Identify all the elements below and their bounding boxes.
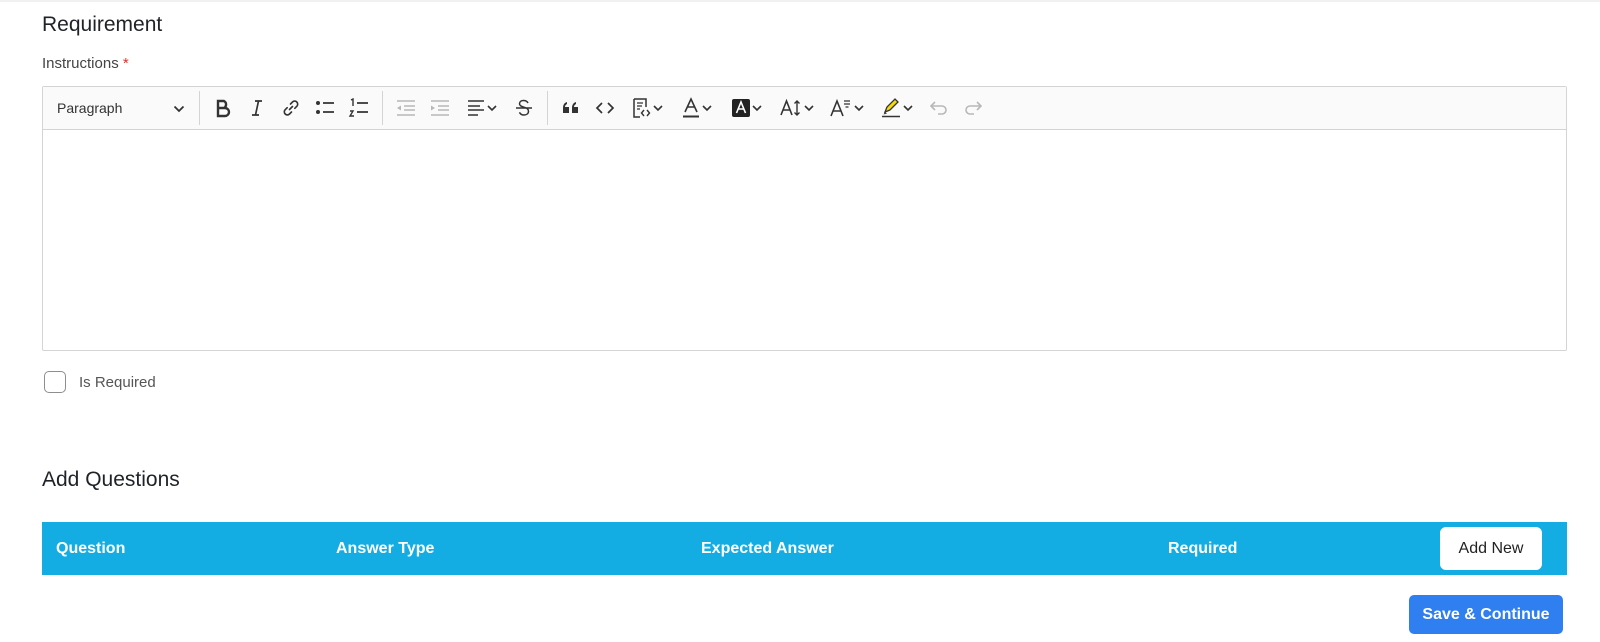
insert-code-block-dropdown[interactable] [622,92,672,124]
bulleted-list-button[interactable] [308,92,342,124]
column-header-answer-type: Answer Type [336,540,435,557]
instructions-label-text: Instructions [42,55,119,72]
chevron-down-icon [803,104,815,112]
rich-text-editor: Paragraph [42,86,1567,351]
outdent-button[interactable] [389,92,423,124]
numbered-list-icon [348,98,370,118]
is-required-label: Is Required [79,373,156,391]
undo-icon [928,98,950,118]
font-size-icon [779,98,803,118]
bold-button[interactable] [206,92,240,124]
paragraph-format-value: Paragraph [57,100,123,116]
bold-icon [213,98,233,118]
editor-content-area[interactable] [43,130,1566,350]
link-button[interactable] [274,92,308,124]
outdent-icon [395,98,417,118]
paragraph-format-dropdown[interactable]: Paragraph [49,92,193,124]
block-quote-button[interactable] [554,92,588,124]
link-icon [281,98,301,118]
chevron-down-icon [853,104,865,112]
top-divider [0,0,1600,2]
toolbar-separator [199,91,200,125]
italic-button[interactable] [240,92,274,124]
font-size-dropdown[interactable] [772,92,822,124]
required-asterisk: * [122,55,129,72]
indent-icon [429,98,451,118]
column-header-question: Question [56,540,126,557]
chevron-down-icon [652,104,664,112]
editor-toolbar: Paragraph [43,87,1566,130]
redo-button[interactable] [956,92,990,124]
alignment-dropdown[interactable] [457,92,507,124]
instructions-label: Instructions * [42,55,129,72]
strikethrough-button[interactable] [507,92,541,124]
numbered-list-button[interactable] [342,92,376,124]
background-color-dropdown[interactable] [722,92,772,124]
column-header-required: Required [1168,540,1238,557]
quote-icon [561,98,581,118]
column-header-expected-answer: Expected Answer [701,540,834,557]
is-required-row: Is Required [44,371,156,393]
toolbar-separator [547,91,548,125]
strikethrough-icon [514,98,534,118]
undo-button[interactable] [922,92,956,124]
add-questions-title: Add Questions [42,468,180,491]
font-color-dropdown[interactable] [672,92,722,124]
italic-icon [247,98,267,118]
indent-button[interactable] [423,92,457,124]
save-continue-button[interactable]: Save & Continue [1409,595,1563,634]
chevron-down-icon [902,104,914,112]
chevron-down-icon [751,104,763,112]
highlight-icon [880,97,902,119]
font-color-icon [681,97,701,119]
redo-icon [962,98,984,118]
highlight-dropdown[interactable] [872,92,922,124]
questions-table-header: Question Answer Type Expected Answer Req… [42,522,1567,575]
code-button[interactable] [588,92,622,124]
requirement-title: Requirement [42,13,163,36]
add-new-button[interactable]: Add New [1440,527,1542,570]
font-family-icon [829,98,853,118]
chevron-down-icon [486,104,498,112]
toolbar-separator [382,91,383,125]
chevron-down-icon [173,100,185,116]
bulleted-list-icon [314,98,336,118]
background-color-icon [731,98,751,118]
align-left-icon [466,98,486,118]
font-family-dropdown[interactable] [822,92,872,124]
code-icon [594,98,616,118]
insert-code-block-icon [630,97,652,119]
chevron-down-icon [701,104,713,112]
is-required-checkbox[interactable] [44,371,66,393]
